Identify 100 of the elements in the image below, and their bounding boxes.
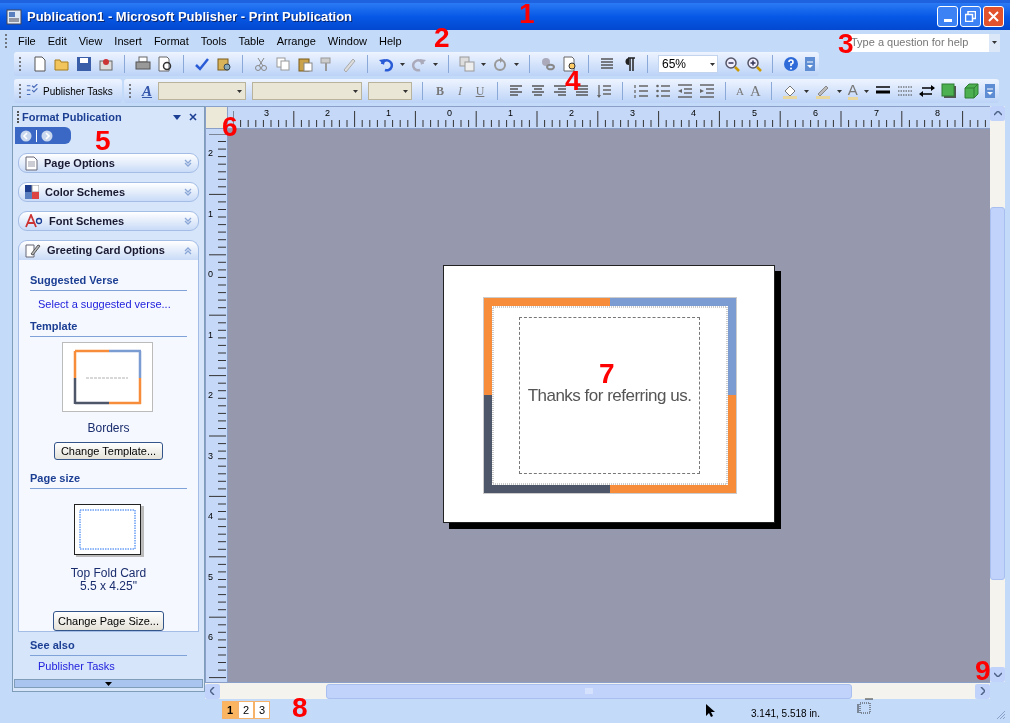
grip-icon[interactable] [18,56,22,72]
decrease-indent-icon[interactable] [677,83,693,99]
save-icon[interactable] [76,56,92,72]
hyperlink-icon[interactable] [540,56,556,72]
print-preview-icon[interactable] [157,56,173,72]
publisher-tasks-link[interactable]: Publisher Tasks [38,659,204,673]
toolbar-options-icon[interactable] [984,84,995,98]
forward-icon[interactable] [41,129,53,142]
numbered-list-icon[interactable] [633,83,649,99]
menu-item[interactable]: View [72,32,109,50]
caret-icon[interactable] [353,89,358,93]
close-button[interactable] [983,6,1004,27]
menu-item[interactable]: File [12,32,42,50]
menu-item[interactable]: Edit [41,32,73,50]
dropdown-icon[interactable] [173,114,181,120]
minimize-button[interactable] [937,6,958,27]
pen-icon[interactable] [814,83,831,99]
undo-icon[interactable] [378,56,394,72]
caret-icon[interactable] [803,89,809,93]
menu-item[interactable]: Help [372,32,408,50]
cut-icon[interactable] [253,56,269,72]
page-tab[interactable]: 2 [238,701,254,719]
page-tab[interactable]: 1 [222,701,238,719]
caret-icon[interactable] [709,62,715,66]
copy-icon[interactable] [275,56,291,72]
grip-icon[interactable] [4,33,8,49]
shadow-icon[interactable] [940,83,957,99]
zoom-field[interactable]: 65% [658,55,718,73]
zoom-page-icon[interactable] [562,56,578,72]
scroll-thumb[interactable] [990,207,1005,580]
collapse-icon[interactable] [184,246,192,255]
caret-icon[interactable] [836,89,842,93]
section-header[interactable]: Page Options [18,153,199,173]
paste-icon[interactable] [297,56,313,72]
toolbar-options-icon[interactable] [805,57,815,71]
zoom-out-icon[interactable] [724,56,740,72]
page-tab[interactable]: 3 [254,701,270,719]
shrink-font-button[interactable]: A [736,82,744,100]
print-icon[interactable] [135,56,151,72]
caret-icon[interactable] [400,62,405,66]
brush-icon[interactable] [341,56,357,72]
caret-icon[interactable] [403,89,408,93]
grip-icon[interactable] [18,83,22,99]
align-left-icon[interactable] [508,83,524,99]
verse-link[interactable]: Select a suggested verse... [38,295,187,312]
open-folder-icon[interactable] [54,56,70,72]
border-art-drawing[interactable] [483,297,737,494]
italic-button[interactable]: I [453,82,467,100]
publisher-tasks-button[interactable]: Publisher Tasks [26,83,113,99]
fill-bucket-icon[interactable] [781,83,798,99]
increase-indent-icon[interactable] [699,83,715,99]
scroll-thumb[interactable] [326,683,852,699]
expand-icon[interactable] [184,159,192,167]
menu-item[interactable]: Format [147,32,195,50]
line-spacing-icon[interactable] [596,83,612,99]
template-thumbnail[interactable] [62,341,155,413]
menu-item[interactable]: Tools [194,32,233,50]
columns-icon[interactable] [599,56,615,72]
horizontal-scrollbar[interactable] [205,682,990,699]
research-icon[interactable] [216,56,232,72]
section-header[interactable]: Color Schemes [18,182,199,202]
grow-font-button[interactable]: A [749,79,761,103]
grip-icon[interactable] [128,83,132,99]
new-document-icon[interactable] [32,56,48,72]
arrow-style-icon[interactable] [918,83,935,99]
zoom-in-icon[interactable] [746,56,762,72]
section-header[interactable]: Greeting Card Options [18,240,199,260]
menu-item[interactable]: Arrange [270,32,322,50]
caret-icon[interactable] [514,62,519,66]
3d-cube-icon[interactable] [962,83,979,99]
underline-button[interactable]: U [473,82,487,100]
help-icon[interactable] [783,56,799,72]
bulleted-list-icon[interactable] [655,83,671,99]
expand-icon[interactable] [184,217,192,225]
section-header[interactable]: Font Schemes [18,211,199,231]
menu-item[interactable]: Window [321,32,373,50]
change-page-size-button[interactable]: Change Page Size... [53,611,164,631]
caret-icon[interactable] [992,41,997,44]
expand-icon[interactable] [184,188,192,196]
vertical-scrollbar[interactable] [990,106,1005,682]
rotate-icon[interactable] [492,56,508,72]
menu-item[interactable]: Insert [108,32,148,50]
resize-grip-icon[interactable] [996,710,1006,720]
caret-icon[interactable] [433,62,438,66]
spelling-icon[interactable] [194,56,210,72]
menu-item[interactable]: Table [232,32,271,50]
back-icon[interactable] [20,129,32,142]
dash-style-icon[interactable] [896,83,913,99]
page-size-thumbnail[interactable] [73,503,144,558]
caret-icon[interactable] [481,62,486,66]
change-template-button[interactable]: Change Template... [54,441,163,461]
styles-button[interactable]: A [142,79,152,103]
caret-icon[interactable] [237,89,242,93]
permission-icon[interactable] [98,56,114,72]
align-center-icon[interactable] [530,83,546,99]
redo-icon[interactable] [411,56,427,72]
caret-icon[interactable] [863,89,869,93]
restore-button[interactable] [960,6,981,27]
close-icon[interactable] [189,113,197,121]
bring-forward-icon[interactable] [459,56,475,72]
